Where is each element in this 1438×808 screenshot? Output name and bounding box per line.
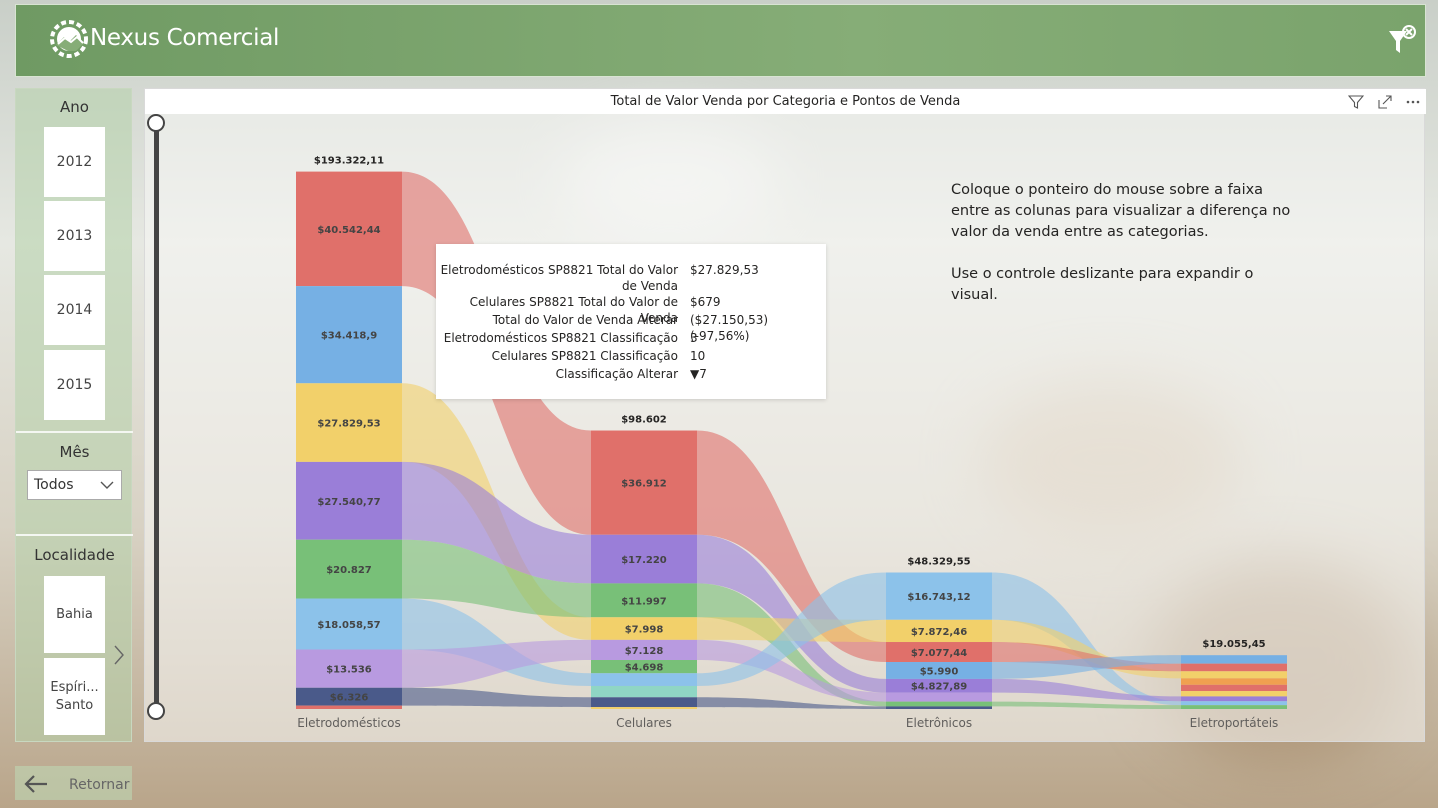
column-total-label: $98.602 bbox=[621, 415, 667, 426]
segment-label: $16.743,12 bbox=[907, 592, 970, 603]
tooltip-label: Total do Valor de Venda Alterar bbox=[492, 313, 678, 327]
segment-label: $4.698 bbox=[625, 663, 664, 674]
segment-label: $18.058,57 bbox=[317, 620, 380, 631]
instruction-slider: Use o controle deslizante para expandir … bbox=[951, 266, 1254, 303]
column-segment[interactable] bbox=[296, 705, 402, 709]
category-axis-label: Eletrônicos bbox=[906, 716, 972, 730]
tooltip-value: ($27.150,53) (-97,56%) bbox=[690, 313, 769, 343]
segment-label: $7.998 bbox=[625, 625, 664, 636]
column-segment[interactable] bbox=[1181, 701, 1287, 706]
segment-label: $13.536 bbox=[326, 665, 372, 676]
segment-label: $11.997 bbox=[621, 596, 667, 607]
tooltip-value: ▼7 bbox=[690, 367, 707, 381]
category-axis-label: Celulares bbox=[616, 716, 672, 730]
column-segment[interactable] bbox=[886, 692, 992, 702]
column-segment[interactable] bbox=[886, 706, 992, 709]
column-segment[interactable] bbox=[591, 697, 697, 708]
category-column[interactable]: $40.542,44 $34.418,9 $27.829,53 $27.540,77 $… bbox=[296, 171, 402, 709]
tooltip-value: 10 bbox=[690, 349, 706, 363]
segment-label: $34.418,9 bbox=[321, 331, 377, 342]
ribbon-chart[interactable]: $40.542,44 $34.418,9 $27.829,53 $27.540,77 $… bbox=[0, 0, 1438, 808]
segment-label: $4.827,89 bbox=[911, 682, 967, 693]
column-segment[interactable] bbox=[1181, 691, 1287, 697]
tooltip-label: Celulares SP8821 Classificação bbox=[491, 349, 678, 363]
tooltip-label: Eletrodomésticos SP8821 Classificação bbox=[443, 331, 678, 345]
column-segment[interactable] bbox=[591, 707, 697, 709]
column-segment[interactable] bbox=[1181, 671, 1287, 679]
column-segment[interactable] bbox=[1181, 678, 1287, 685]
column-segment[interactable] bbox=[591, 685, 697, 698]
category-axis-label: Eletrodomésticos bbox=[297, 716, 401, 730]
ribbon[interactable] bbox=[402, 687, 591, 708]
instruction-hover: Coloque o ponteiro do mouse sobre a faix… bbox=[951, 182, 1291, 240]
tooltip-value: $27.829,53 bbox=[690, 263, 759, 277]
segment-label: $27.829,53 bbox=[317, 419, 380, 430]
column-segment[interactable] bbox=[1181, 663, 1287, 672]
category-column[interactable]: $16.743,12 $7.872,46 $7.077,44 $5.990 $4.827… bbox=[886, 572, 992, 709]
tooltip-label: Classificação Alterar bbox=[555, 367, 678, 381]
column-segment[interactable] bbox=[591, 673, 697, 686]
segment-label: $7.128 bbox=[625, 646, 664, 657]
segment-label: $17.220 bbox=[621, 555, 667, 566]
tooltip-value: 3 bbox=[690, 331, 698, 345]
tooltip-label: Eletrodomésticos SP8821 Total do Valor d… bbox=[440, 263, 678, 293]
chart-tooltip: Eletrodomésticos SP8821 Total do Valor d… bbox=[436, 244, 826, 399]
segment-label: $40.542,44 bbox=[317, 225, 380, 236]
column-segment[interactable] bbox=[1181, 684, 1287, 692]
column-total-label: $193.322,11 bbox=[314, 156, 384, 167]
tooltip-value: $679 bbox=[690, 295, 721, 309]
category-axis-label: Eletroportáteis bbox=[1190, 716, 1279, 730]
column-segment[interactable] bbox=[886, 701, 992, 707]
ribbon[interactable] bbox=[992, 701, 1181, 709]
column-segment[interactable] bbox=[1181, 696, 1287, 702]
segment-label: $20.827 bbox=[326, 565, 372, 576]
ribbon[interactable] bbox=[992, 678, 1181, 702]
column-total-label: $48.329,55 bbox=[907, 557, 970, 568]
segment-label: $7.077,44 bbox=[911, 648, 967, 659]
column-segment[interactable] bbox=[1181, 655, 1287, 664]
segment-label: $6.326 bbox=[330, 693, 369, 704]
segment-label: $5.990 bbox=[920, 666, 959, 677]
column-segment[interactable] bbox=[1181, 705, 1287, 709]
column-total-label: $19.055,45 bbox=[1202, 639, 1265, 650]
segment-label: $27.540,77 bbox=[317, 497, 380, 508]
instructions: Coloque o ponteiro do mouse sobre a faix… bbox=[951, 180, 1301, 306]
category-column[interactable]: $36.912 $17.220 $11.997 $7.998 $7.128 $4.698 bbox=[591, 430, 697, 709]
category-column[interactable] bbox=[1181, 655, 1287, 709]
segment-label: $7.872,46 bbox=[911, 627, 967, 638]
segment-label: $36.912 bbox=[621, 479, 667, 490]
